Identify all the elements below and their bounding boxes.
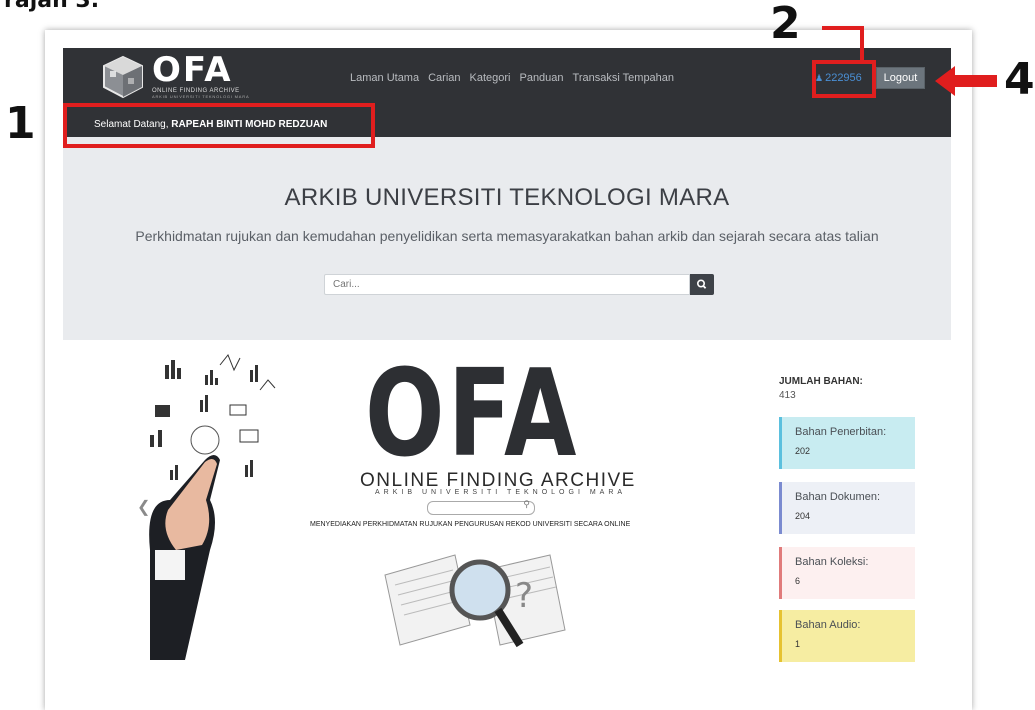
stat-value: 1 (795, 639, 801, 649)
search-icon (697, 279, 707, 289)
promo-tagline: MENYEDIAKAN PERKHIDMATAN RUJUKAN PENGURU… (310, 521, 631, 528)
annotation-arrow-icon (935, 66, 997, 96)
stat-label: Bahan Koleksi: (795, 556, 869, 568)
stats-title: JUMLAH BAHAN: (779, 376, 863, 387)
annotation-box-welcome (63, 103, 375, 148)
cube-logo-icon (103, 55, 143, 99)
nav-kategori[interactable]: Kategori (470, 72, 511, 84)
stat-card-koleksi: Bahan Koleksi: 6 (779, 547, 915, 599)
promo-big-logo: OFA (365, 345, 580, 484)
document-heading: rajah 3. (4, 0, 100, 13)
nav-carian[interactable]: Carian (428, 72, 460, 84)
stat-card-dokumen: Bahan Dokumen: 204 (779, 482, 915, 534)
hero-subtitle: Perkhidmatan rujukan dan kemudahan penye… (135, 228, 879, 244)
stat-label: Bahan Penerbitan: (795, 426, 887, 438)
stats-total: 413 (779, 390, 796, 401)
annotation-number-2: 2 (770, 0, 801, 49)
search-input[interactable] (324, 274, 690, 295)
nav-menu: Laman Utama Carian Kategori Panduan Tran… (350, 72, 674, 84)
annotation-number-4: 4 (1004, 54, 1035, 105)
ofa-logo[interactable]: OFA ONLINE FINDING ARCHIVE ARKIB UNIVERS… (100, 50, 260, 100)
stat-value: 204 (795, 511, 811, 521)
promo-subtitle: ARKIB UNIVERSITI TEKNOLOGI MARA (375, 489, 627, 496)
stat-label: Bahan Dokumen: (795, 491, 880, 503)
nav-laman-utama[interactable]: Laman Utama (350, 72, 419, 84)
hero-banner: ARKIB UNIVERSITI TEKNOLOGI MARA Perkhidm… (63, 137, 951, 340)
hero-title: ARKIB UNIVERSITI TEKNOLOGI MARA (284, 184, 730, 211)
logout-button[interactable]: Logout (876, 67, 925, 89)
annotation-bracket-2 (822, 26, 864, 62)
documents-magnifier-image: ? (384, 554, 566, 648)
annotation-box-user-id (812, 60, 876, 98)
search-button[interactable] (690, 274, 714, 295)
nav-panduan[interactable]: Panduan (519, 72, 563, 84)
stat-card-penerbitan: Bahan Penerbitan: 202 (779, 417, 915, 469)
stat-card-audio: Bahan Audio: 1 (779, 610, 915, 662)
logo-subtitle-2: ARKIB UNIVERSITI TEKNOLOGI MARA (152, 94, 250, 99)
stat-value: 202 (795, 446, 811, 456)
promo-banner: OFA ONLINE FINDING ARCHIVE ARKIB UNIVERS… (305, 355, 655, 660)
nav-transaksi-tempahan[interactable]: Transaksi Tempahan (573, 72, 675, 84)
carousel-prev-icon[interactable]: ❮ (137, 497, 150, 517)
magnifier-icon: ⚲ (523, 499, 530, 509)
promo-search-graphic: ⚲ (427, 499, 535, 515)
svg-text:?: ? (515, 576, 533, 616)
annotation-number-1: 1 (5, 98, 36, 149)
stat-label: Bahan Audio: (795, 619, 861, 631)
logo-text: OFA (152, 50, 233, 90)
stat-value: 6 (795, 576, 801, 586)
